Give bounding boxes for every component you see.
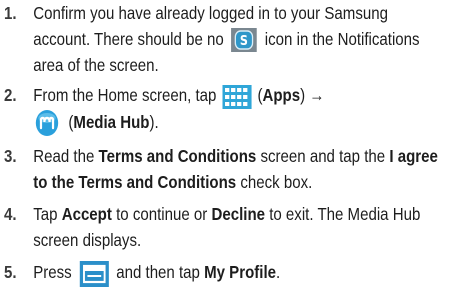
media-hub-icon: [33, 109, 61, 137]
step-5: 5. Press and then tap My Profile.: [4, 259, 446, 287]
step-1: 1. Confirm you have already logged in to…: [4, 0, 446, 78]
step-4: 4. Tap Accept to continue or Decline to …: [4, 201, 446, 253]
step-text: From the Home screen, tap (Apps) → (Medi…: [33, 84, 324, 137]
step-number: 5.: [4, 262, 17, 283]
instruction-list: 1. Confirm you have already logged in to…: [4, 0, 456, 287]
apps-grid-icon: [222, 84, 252, 109]
step-2: 2. From the Home screen, tap (Apps) → (M…: [4, 82, 446, 137]
step-number: 3.: [4, 146, 17, 167]
step-number: 2.: [4, 85, 17, 106]
step-3: 3. Read the Terms and Conditions screen …: [4, 143, 446, 195]
menu-key-icon: [79, 260, 109, 287]
step-text: Confirm you have already logged in to yo…: [33, 3, 420, 76]
step-text: Read the Terms and Conditions screen and…: [33, 146, 438, 193]
step-text: Press and then tap My Profile.: [33, 260, 280, 287]
step-number: 1.: [4, 3, 17, 23]
step-number: 4.: [4, 204, 17, 225]
samsung-account-icon: S: [231, 28, 258, 53]
svg-text:S: S: [240, 34, 248, 49]
step-text: Tap Accept to continue or Decline to exi…: [33, 204, 421, 251]
